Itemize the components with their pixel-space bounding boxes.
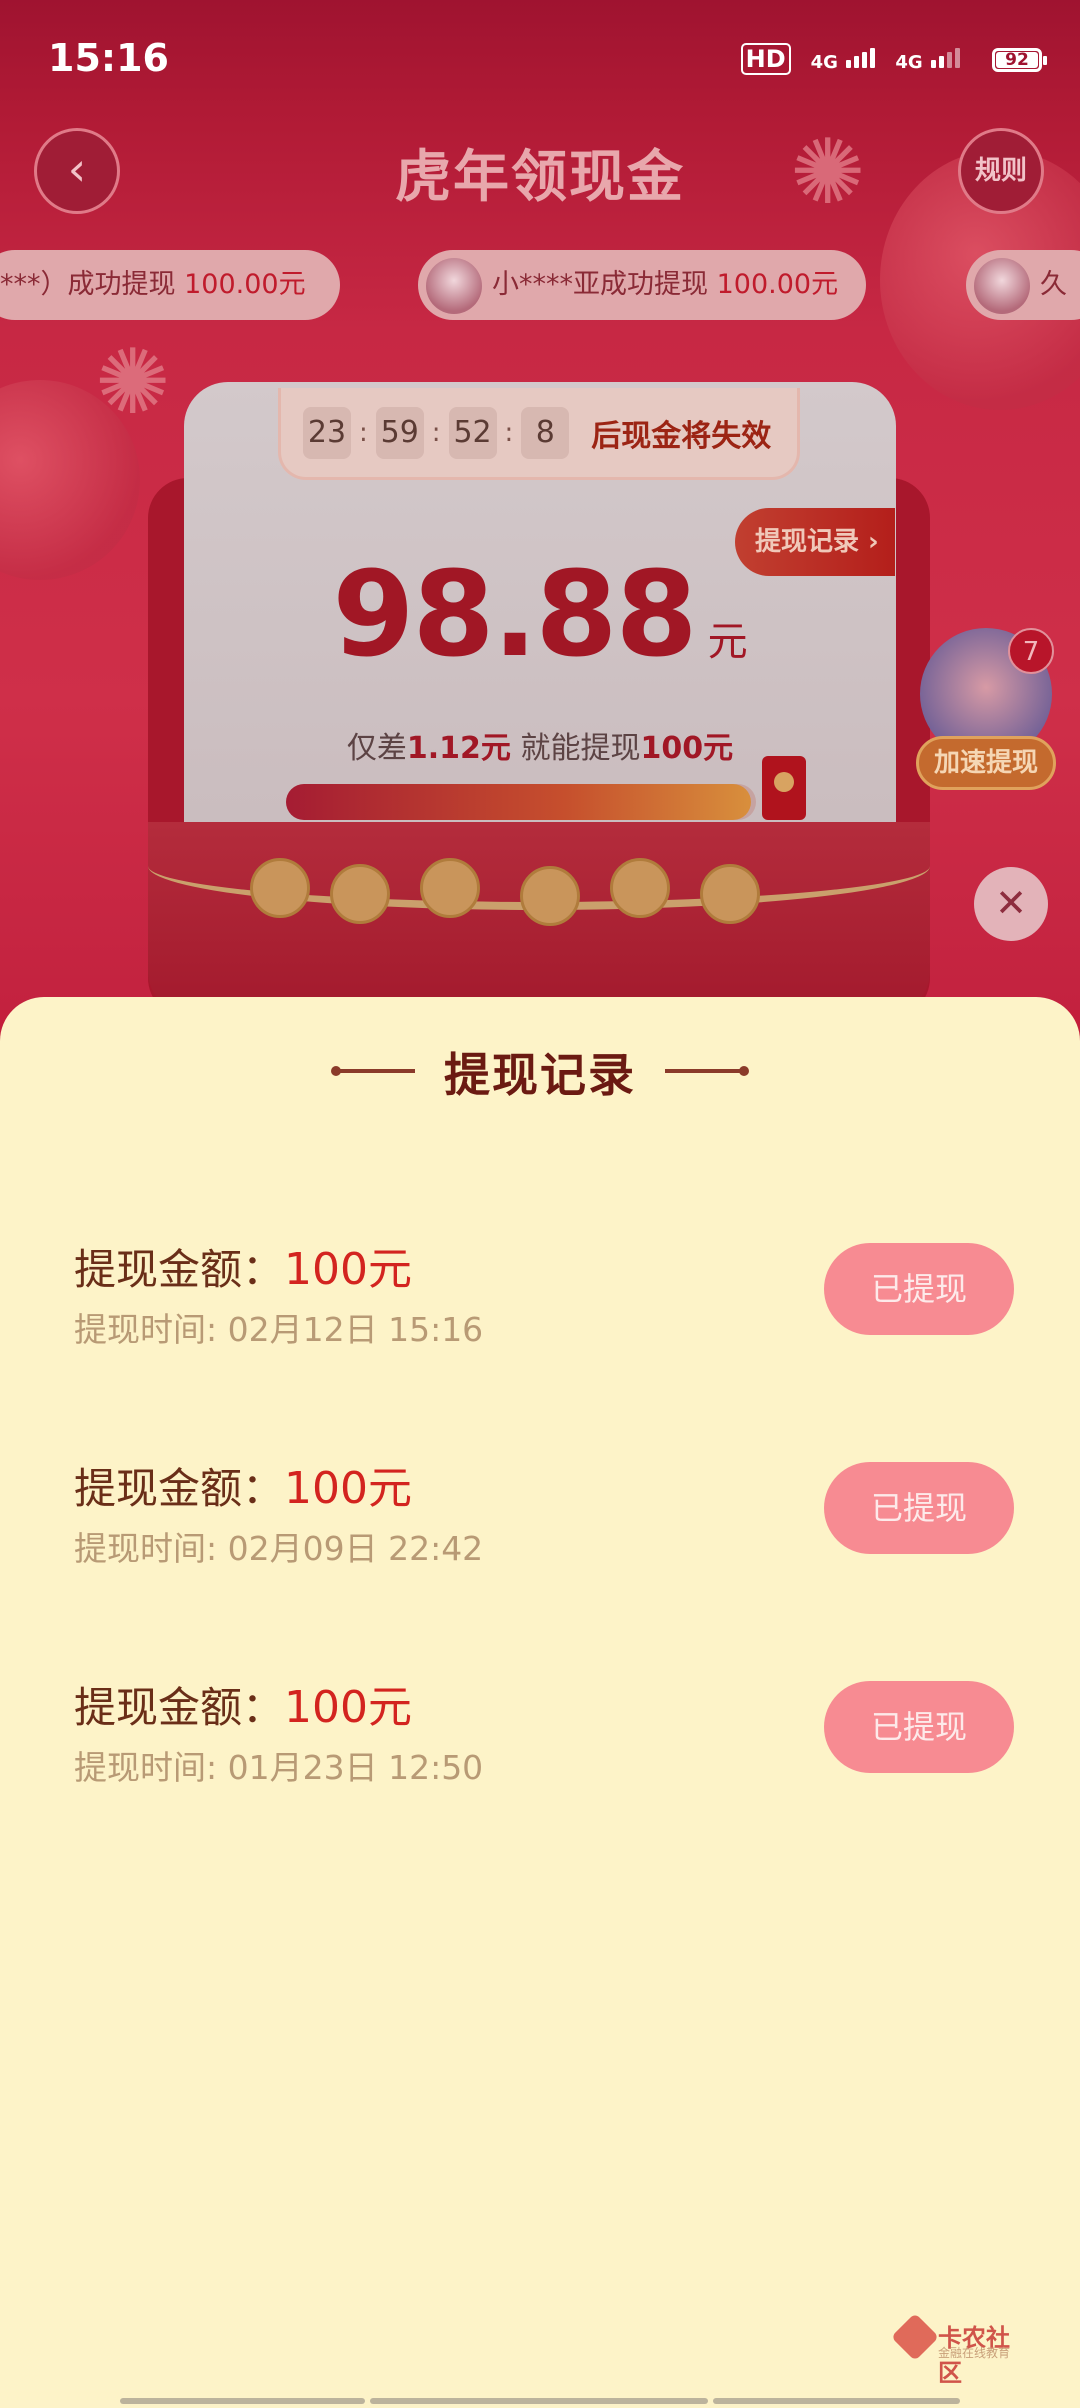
- status-bar: 15:16 HD 4G 4G 92: [0, 0, 1080, 110]
- hd-icon: HD: [740, 43, 791, 75]
- signal-icon: 4G: [895, 44, 960, 74]
- watermark-logo: 卡农社区 金融在线教育: [890, 2312, 1028, 2387]
- coins-decoration: [250, 858, 810, 926]
- countdown-label: 后现金将失效: [591, 418, 772, 454]
- close-button[interactable]: ✕: [974, 867, 1048, 941]
- cash-amount-value: 98.88: [332, 545, 697, 683]
- nav-gesture-bar: [370, 2398, 708, 2404]
- page-title: 虎年领现金: [395, 145, 685, 210]
- ticker-item: ***）成功提现 100.00元: [0, 250, 340, 320]
- withdrawn-status-button[interactable]: 已提现: [824, 1462, 1014, 1554]
- countdown-timer: 23 : 59 : 52 : 8 后现金将失效: [278, 388, 800, 480]
- record-time: 提现时间: 02月12日 15:16: [74, 1310, 484, 1349]
- record-amount: 提现金额：100元: [74, 1463, 412, 1514]
- logo-icon: [890, 2312, 940, 2362]
- withdrawn-status-button[interactable]: 已提现: [824, 1243, 1014, 1335]
- nav-gesture-bar: [713, 2398, 960, 2404]
- battery-level: 92: [1005, 50, 1029, 70]
- record-time: 提现时间: 02月09日 22:42: [74, 1529, 484, 1568]
- record-time: 提现时间: 01月23日 12:50: [74, 1748, 484, 1787]
- withdrawn-status-button[interactable]: 已提现: [824, 1681, 1014, 1773]
- countdown-tenths: 8: [521, 406, 570, 459]
- countdown-seconds: 52: [448, 406, 497, 459]
- cash-amount-unit: 元: [707, 619, 748, 665]
- boost-count-badge: 7: [1008, 628, 1054, 674]
- close-icon: ✕: [995, 881, 1027, 925]
- nav-gesture-bar: [120, 2398, 365, 2404]
- firework-decoration: ✺: [95, 330, 171, 435]
- withdraw-record-sheet: 提现记录 提现金额：100元 提现时间: 02月12日 15:16 已提现 提现…: [0, 997, 1080, 2408]
- rules-button[interactable]: 规则: [958, 128, 1044, 214]
- status-time: 15:16: [48, 36, 169, 80]
- countdown-hours: 23: [303, 406, 351, 459]
- list-item: 提现金额：100元 提现时间: 02月12日 15:16 已提现: [74, 1233, 1014, 1373]
- speed-up-withdraw-label: 加速提现: [916, 736, 1056, 790]
- record-amount: 提现金额：100元: [74, 1244, 412, 1295]
- record-amount: 提现金额：100元: [74, 1682, 412, 1733]
- list-item: 提现金额：100元 提现时间: 02月09日 22:42 已提现: [74, 1452, 1014, 1592]
- background-page: ✺ ✺ 15:16 HD 4G 4G 92 ‹ 虎年领现金 规则 ***）成功提…: [0, 0, 1080, 1010]
- speed-up-withdraw-widget[interactable]: 7 加速提现: [916, 628, 1056, 798]
- progress-fill: [286, 784, 751, 820]
- avatar: [974, 257, 1030, 314]
- status-icons: HD 4G 4G: [740, 43, 960, 75]
- ticker-item: 小****亚成功提现 100.00元: [418, 250, 866, 320]
- avatar: [426, 257, 482, 314]
- sheet-title: 提现记录: [444, 1048, 636, 1102]
- battery-icon: 92: [992, 48, 1047, 72]
- red-packet-icon: [762, 756, 806, 820]
- ticker-item: 久: [966, 250, 1080, 320]
- countdown-minutes: 59: [375, 406, 424, 459]
- withdraw-progress-bar: [286, 784, 756, 820]
- list-item: 提现金额：100元 提现时间: 01月23日 12:50 已提现: [74, 1671, 1014, 1811]
- signal-icon: 4G: [811, 44, 876, 74]
